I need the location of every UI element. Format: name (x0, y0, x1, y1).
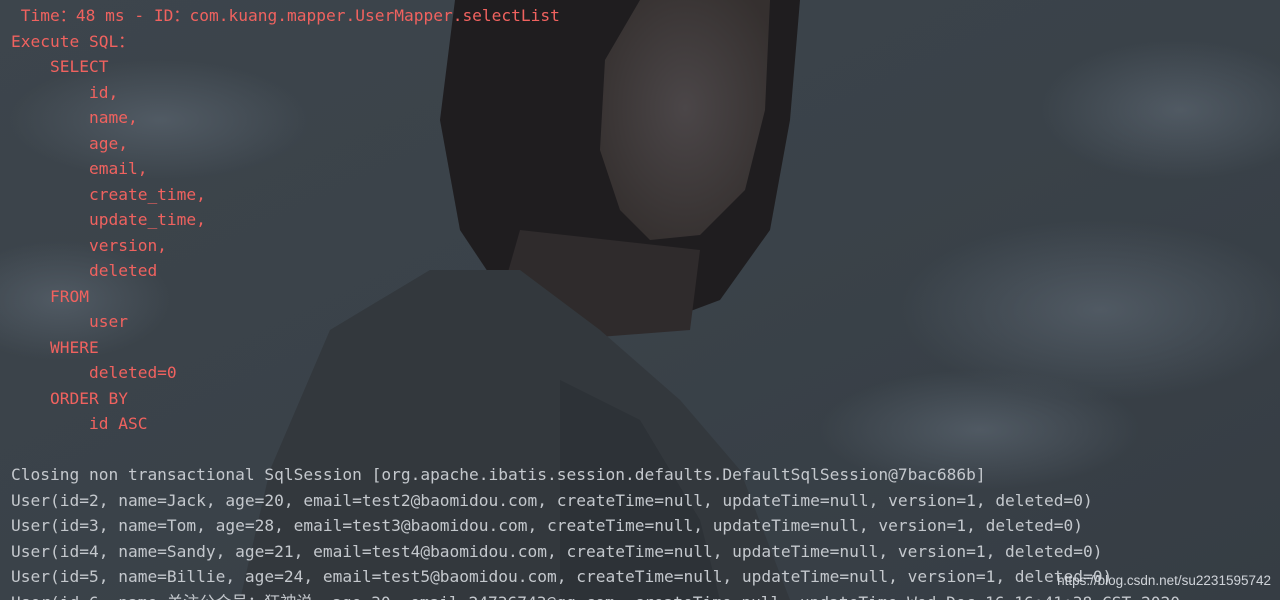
sql-column: version, (11, 235, 167, 255)
sql-column: email, (11, 159, 148, 178)
sql-log-header: Execute SQL： (11, 31, 135, 51)
session-close-line: Closing non transactional SqlSession [or… (11, 465, 986, 484)
result-row: User(id=5, name=Billie, age=24, email=te… (11, 567, 1113, 586)
sql-log-time-line: Time：48 ms - ID：com.kuang.mapper.UserMap… (11, 6, 560, 25)
sql-column: age, (11, 133, 128, 153)
result-row: User(id=2, name=Jack, age=20, email=test… (11, 490, 1093, 510)
sql-table-name: user (11, 312, 128, 331)
sql-column: name, (11, 108, 138, 127)
sql-keyword-from: FROM (11, 286, 89, 306)
sql-column: id, (11, 82, 119, 102)
result-row: User(id=4, name=Sandy, age=21, email=tes… (11, 541, 1103, 561)
sql-keyword-order-by: ORDER BY (11, 388, 128, 408)
sql-column: update_time, (11, 210, 206, 229)
console-output[interactable]: Time：48 ms - ID：com.kuang.mapper.UserMap… (0, 0, 1280, 600)
result-row: User(id=3, name=Tom, age=28, email=test3… (11, 516, 1084, 535)
sql-keyword-where: WHERE (11, 337, 99, 357)
sql-column: deleted (11, 261, 158, 280)
sql-condition: deleted=0 (11, 363, 177, 382)
sql-order-clause: id ASC (11, 414, 148, 433)
watermark-url: https://blog.csdn.net/su2231595742 (1057, 573, 1271, 588)
result-row: User(id=6, name=关注公众号：狂神说, age=30, email… (11, 590, 1180, 600)
sql-column: create_time, (11, 184, 206, 204)
sql-keyword-select: SELECT (11, 57, 109, 76)
